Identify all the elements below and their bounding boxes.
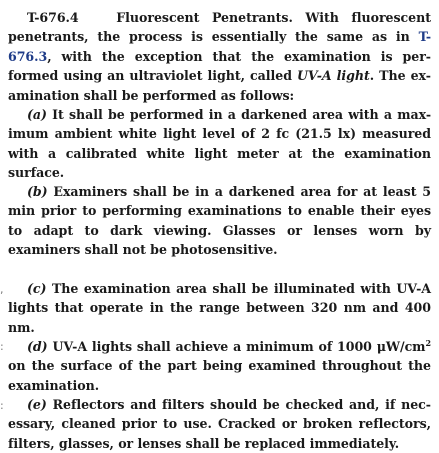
item-text: Examiners shall be in a darkened area fo…: [8, 184, 431, 258]
margin-mark: ,: [0, 283, 4, 296]
item-label: (b): [27, 184, 48, 199]
item-d: (d) UV-A lights shall achieve a minimum …: [8, 337, 431, 395]
section-number: T-676.4: [27, 10, 79, 25]
margin-mark: :: [0, 399, 4, 412]
section-title: Fluorescent Penetrants.: [116, 10, 293, 25]
item-label: (a): [27, 107, 47, 122]
section-paragraph: T-676.4 Fluorescent Penetrants. With flu…: [8, 8, 431, 105]
uva-term: UV-A light: [297, 68, 370, 84]
item-label: (d): [27, 339, 48, 354]
item-text-start: UV-A lights shall achieve a minimum of 1…: [52, 339, 426, 354]
item-text-end: on the surface of the part being examine…: [8, 358, 431, 393]
item-a: (a) It shall be performed in a darkened …: [8, 105, 431, 183]
item-text: It shall be performed in a darkened area…: [8, 107, 432, 181]
item-e: (e) Reflectors and filters should be che…: [8, 395, 431, 453]
item-label: (e): [27, 397, 47, 412]
superscript: 2: [425, 337, 431, 348]
item-label: (c): [27, 281, 47, 296]
item-text: The examination area shall be illuminate…: [8, 281, 431, 335]
item-b: (b) Examiners shall be in a darkened are…: [8, 182, 431, 260]
document-page: T-676.4 Fluorescent Penetrants. With flu…: [0, 0, 439, 451]
item-c: (c) The examination area shall be illumi…: [8, 279, 431, 337]
margin-mark: :: [0, 340, 4, 353]
